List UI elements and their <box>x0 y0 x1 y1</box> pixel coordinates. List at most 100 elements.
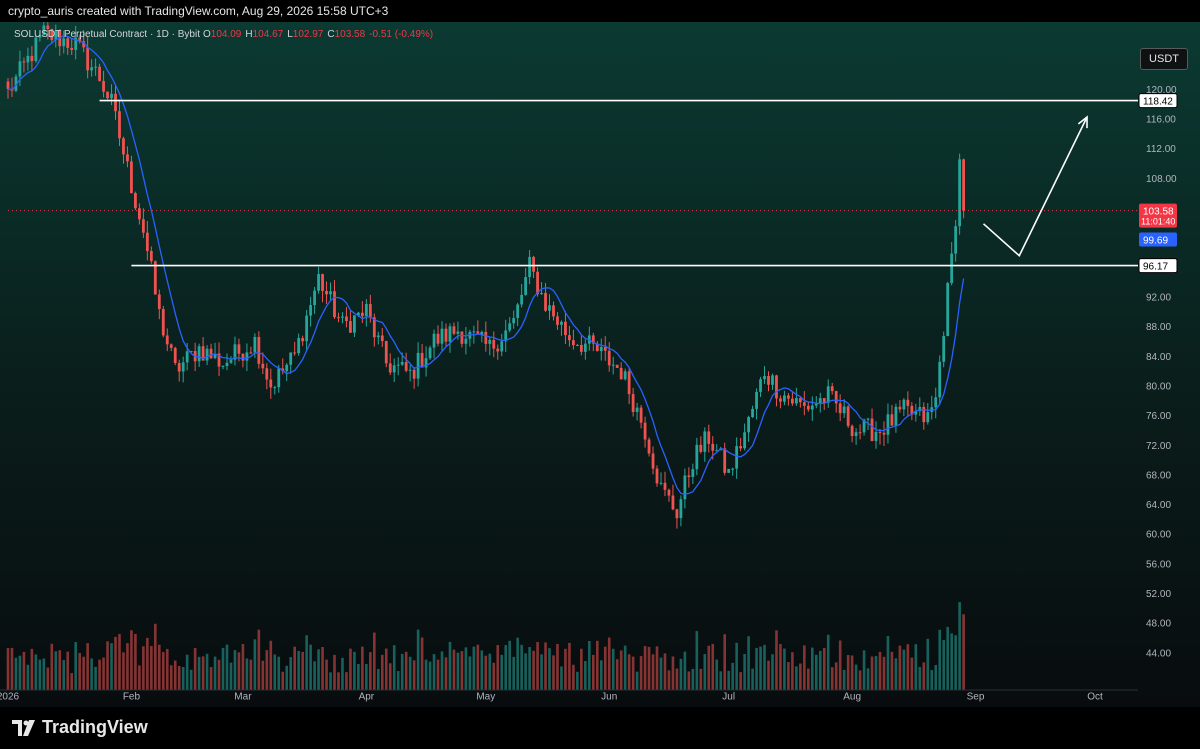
volume-bar <box>755 648 758 690</box>
tradingview-logo[interactable]: TradingView <box>12 717 148 738</box>
candle-body <box>257 337 261 364</box>
volume-bar <box>655 646 659 690</box>
volume-bar <box>615 659 619 690</box>
time-axis-tick: Oct <box>1087 691 1103 702</box>
candle-body <box>416 352 420 379</box>
candle-body <box>70 47 74 50</box>
candle-body <box>579 344 583 352</box>
candle-body <box>408 369 412 371</box>
volume-bar <box>922 662 926 690</box>
volume-bar <box>476 644 480 690</box>
candle-body <box>261 363 265 369</box>
volume-bar <box>484 655 488 690</box>
currency-button[interactable]: USDT <box>1140 48 1188 70</box>
volume-bar <box>826 634 830 690</box>
price-axis-tick: 112.00 <box>1146 144 1176 155</box>
candle-body <box>157 294 161 310</box>
candle-body <box>568 335 571 341</box>
volume-bar <box>392 645 396 690</box>
volume-bar <box>345 672 348 690</box>
volume-bar <box>293 646 296 690</box>
candle-body <box>122 138 125 155</box>
candle-body <box>540 292 543 295</box>
candle-body <box>360 312 364 317</box>
candle-body <box>289 352 293 365</box>
volume-bar <box>592 654 595 690</box>
candle-body <box>544 292 547 311</box>
volume-bar <box>926 638 930 690</box>
volume-bar <box>878 651 882 690</box>
volume-bar <box>209 667 213 690</box>
attribution-text: crypto_auris created with TradingView.co… <box>8 4 389 18</box>
candle-body <box>34 37 38 62</box>
chart-window: crypto_auris created with TradingView.co… <box>0 0 1200 749</box>
candle-body <box>727 468 731 473</box>
volume-bar <box>512 656 515 690</box>
candle-body <box>293 352 297 354</box>
volume-bar <box>946 626 949 690</box>
candle-body <box>643 422 647 440</box>
volume-bar <box>213 656 217 690</box>
volume-bar <box>416 629 420 690</box>
candle-body <box>691 469 695 477</box>
volume-bar <box>158 644 161 690</box>
chart-area[interactable]: 124.00120.00116.00112.00108.00104.00100.… <box>0 22 1200 707</box>
volume-bar <box>452 649 456 690</box>
candle-body <box>731 468 735 470</box>
volume-bar <box>532 650 535 690</box>
candle-body <box>241 353 245 361</box>
volume-bar <box>568 642 571 690</box>
volume-bar <box>201 656 205 690</box>
candle-body <box>898 406 902 410</box>
volume-bar <box>122 652 125 690</box>
candle-body <box>464 338 468 344</box>
price-chart[interactable]: 124.00120.00116.00112.00108.00104.00100.… <box>0 22 1200 707</box>
volume-bar <box>635 671 639 690</box>
candle-body <box>126 154 129 162</box>
candle-body <box>516 304 520 319</box>
volume-bar <box>217 659 221 690</box>
candle-body <box>209 348 213 359</box>
volume-bar <box>918 667 922 690</box>
volume-bar <box>631 656 635 690</box>
candle-body <box>225 362 229 366</box>
volume-bar <box>747 636 750 690</box>
volume-bar <box>404 651 408 690</box>
candle-body <box>723 448 727 473</box>
candle-body <box>444 328 448 342</box>
volume-bar <box>86 643 89 690</box>
volume-bar <box>623 645 627 690</box>
candle-body <box>205 348 209 361</box>
volume-bar <box>380 654 384 690</box>
volume-bar <box>552 655 555 690</box>
volume-bar <box>66 651 70 690</box>
price-axis-tick: 64.00 <box>1146 500 1171 511</box>
candle-body <box>747 417 750 433</box>
candle-body <box>392 365 396 373</box>
volume-bar <box>114 636 117 690</box>
candle-body <box>380 335 384 342</box>
volume-bar <box>524 653 527 690</box>
price-axis-tick: 88.00 <box>1146 322 1171 333</box>
candle-body <box>460 331 464 344</box>
volume-bar <box>181 667 185 690</box>
candle-body <box>353 315 356 333</box>
candle-body <box>524 277 528 295</box>
volume-bar <box>50 643 54 690</box>
volume-bar <box>950 633 953 690</box>
candle-body <box>556 316 559 325</box>
candle-body <box>854 432 858 437</box>
volume-bar <box>894 658 898 690</box>
legend-symbol: SOLUSDT Perpetual Contract · 1D · Bybit <box>14 29 200 40</box>
volume-bar <box>942 640 945 690</box>
volume-bar <box>763 644 766 690</box>
volume-bar <box>130 630 133 690</box>
candle-body <box>165 335 169 345</box>
candle-body <box>532 256 535 272</box>
volume-bar <box>520 644 523 690</box>
volume-bar <box>309 644 312 690</box>
candle-body <box>253 337 257 353</box>
volume-bar <box>341 657 344 690</box>
candle-body <box>946 283 950 336</box>
candle-body <box>428 347 432 359</box>
